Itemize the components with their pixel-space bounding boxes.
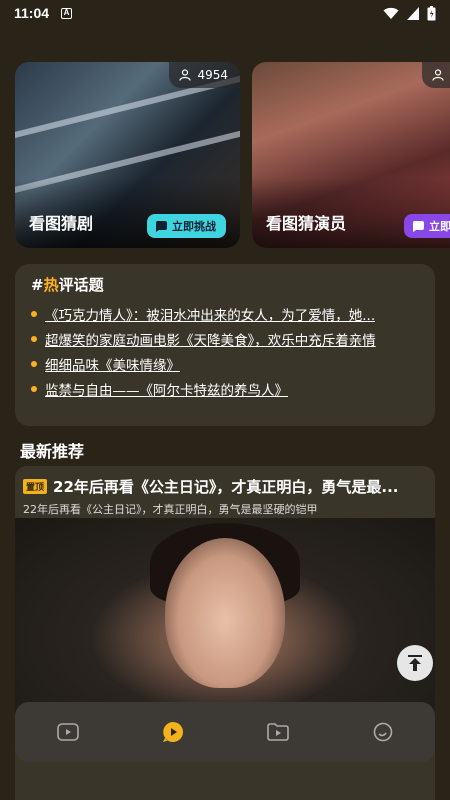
battery-icon <box>427 5 436 20</box>
nav-profile[interactable] <box>363 712 403 752</box>
bullet-dot <box>31 335 37 342</box>
hot-topics-header: #热评话题 <box>31 274 419 295</box>
card-title: 看图猜演员 <box>266 214 347 233</box>
wifi-icon <box>383 7 399 19</box>
user-icon <box>179 69 192 81</box>
player-count: 4954 <box>169 62 240 88</box>
topic-item[interactable]: 细细品味《美味情缘》 <box>31 351 419 376</box>
circle-icon <box>373 722 392 742</box>
topic-link[interactable]: 监禁与自由——《阿尔卡特兹的养鸟人》 <box>45 379 288 399</box>
back-to-top-button[interactable] <box>397 645 433 681</box>
topic-item[interactable]: 监禁与自由——《阿尔卡特兹的养鸟人》 <box>31 376 419 401</box>
nav-chat[interactable] <box>153 712 193 752</box>
topic-list: 《巧克力情人》：被泪水冲出来的女人，为了爱情，她... 超爆笑的家庭动画电影《天… <box>31 301 419 401</box>
status-bar: 11:04 A <box>0 0 450 26</box>
user-icon <box>432 69 444 81</box>
nav-folder[interactable] <box>258 712 298 752</box>
nav-video[interactable] <box>48 712 88 752</box>
arrow-up-icon <box>408 655 422 671</box>
game-cards-carousel[interactable]: 4954 看图猜剧 立即挑战 26 看图猜演员 立即挑战 <box>15 62 450 250</box>
topic-item[interactable]: 《巧克力情人》：被泪水冲出来的女人，为了爱情，她... <box>31 301 419 326</box>
bullet-dot <box>31 310 37 317</box>
header-rest: 评话题 <box>58 276 104 294</box>
play-icon <box>155 221 167 232</box>
bullet-dot <box>31 360 37 367</box>
bottom-nav <box>15 702 435 762</box>
topic-link[interactable]: 细细品味《美味情缘》 <box>45 354 180 374</box>
video-icon <box>56 723 79 741</box>
topic-link[interactable]: 超爆笑的家庭动画电影《天降美食》，欢乐中充斥着亲情 <box>45 329 376 349</box>
challenge-label: 立即挑战 <box>172 220 216 233</box>
hash-mark: # <box>31 276 44 294</box>
card-guess-actor[interactable]: 26 看图猜演员 立即挑战 <box>252 62 450 248</box>
bullet-dot <box>31 385 37 392</box>
folder-video-icon <box>266 723 289 741</box>
play-icon <box>412 221 424 232</box>
video-thumbnail[interactable] <box>15 518 435 718</box>
player-count-value: 4954 <box>197 68 228 82</box>
challenge-button[interactable]: 立即挑战 <box>147 214 226 238</box>
challenge-button[interactable]: 立即挑战 <box>404 214 450 238</box>
topic-item[interactable]: 超爆笑的家庭动画电影《天降美食》，欢乐中充斥着亲情 <box>31 326 419 351</box>
card-guess-drama[interactable]: 4954 看图猜剧 立即挑战 <box>15 62 240 248</box>
notification-a-icon: A <box>61 7 73 19</box>
thumbnail-face <box>165 538 285 688</box>
status-time: 11:04 <box>14 5 50 21</box>
section-title: 最新推荐 <box>20 442 85 461</box>
feed-headline[interactable]: 置顶 22年后再看《公主日记》，才真正明白，勇气是最... <box>15 466 435 499</box>
card-title: 看图猜剧 <box>29 214 94 233</box>
signal-icon <box>407 6 419 20</box>
hot-mark: 热 <box>43 276 59 294</box>
chat-bubble-icon <box>162 722 183 742</box>
pinned-badge: 置顶 <box>23 479 48 494</box>
hot-topics-panel: #热评话题 《巧克力情人》：被泪水冲出来的女人，为了爱情，她... 超爆笑的家庭… <box>15 264 435 426</box>
challenge-label: 立即挑战 <box>429 220 450 233</box>
player-count: 26 <box>421 62 450 88</box>
status-right <box>383 5 436 21</box>
topic-link[interactable]: 《巧克力情人》：被泪水冲出来的女人，为了爱情，她... <box>45 304 375 324</box>
feed-headline-text: 22年后再看《公主日记》，才真正明白，勇气是最... <box>53 478 399 496</box>
